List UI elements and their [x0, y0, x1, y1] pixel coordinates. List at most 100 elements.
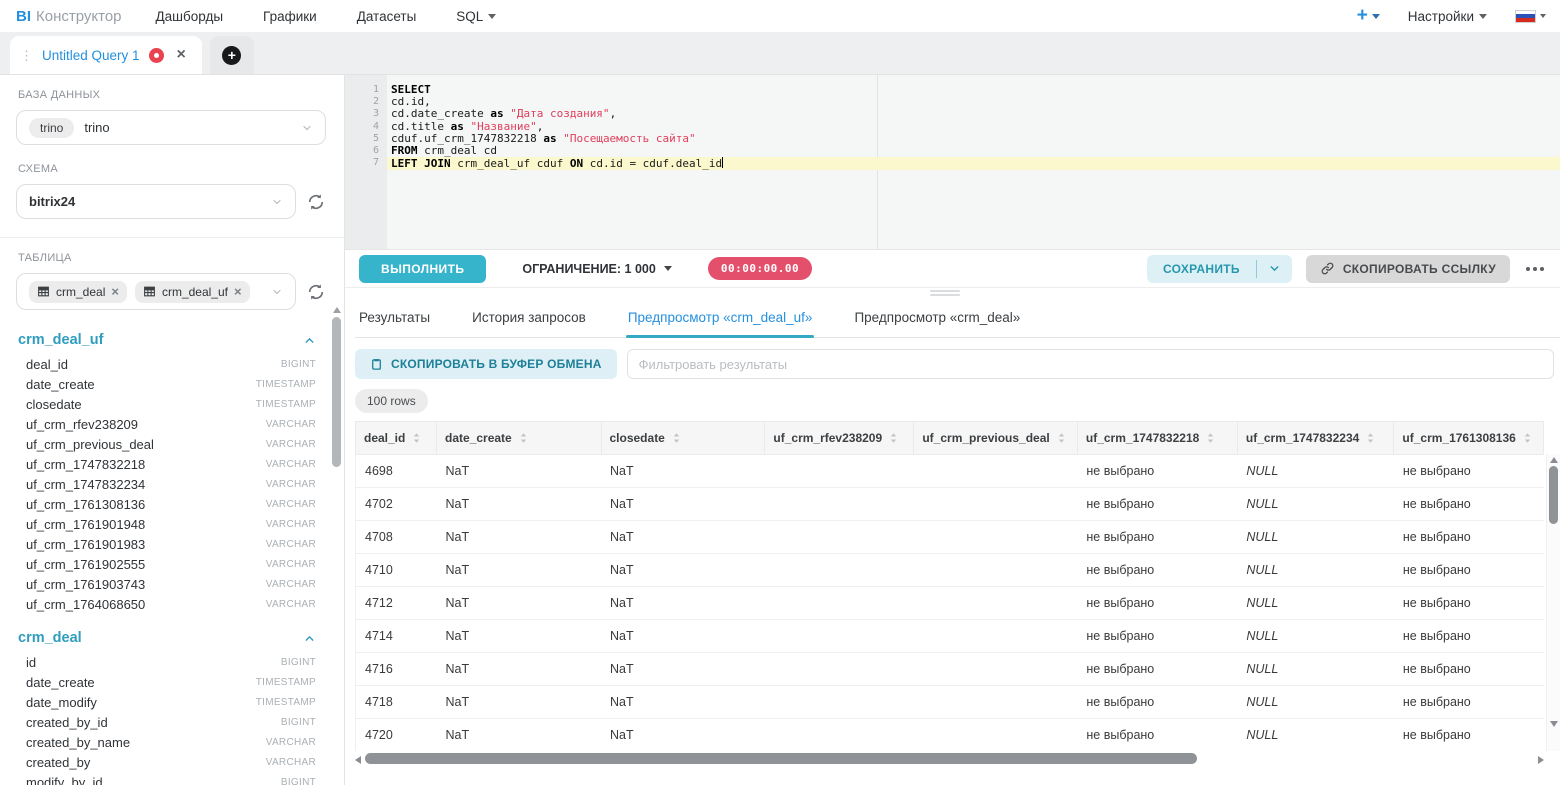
- column-row[interactable]: closedateTIMESTAMP: [16, 394, 326, 414]
- save-button[interactable]: СОХРАНИТЬ: [1147, 255, 1256, 283]
- tab-preview-crm-deal[interactable]: Предпросмотр «crm_deal»: [852, 297, 1022, 337]
- table-section-header[interactable]: crm_deal: [16, 626, 326, 652]
- code-token: as: [451, 120, 471, 133]
- column-row[interactable]: date_createTIMESTAMP: [16, 374, 326, 394]
- column-header-uf_crm_rfev238209[interactable]: uf_crm_rfev238209: [765, 422, 914, 455]
- table-cell: не выбрано: [1394, 521, 1544, 554]
- table-cell: не выбрано: [1394, 620, 1544, 653]
- column-row[interactable]: created_by_nameVARCHAR: [16, 732, 326, 752]
- language-switcher[interactable]: [1515, 10, 1546, 23]
- tab-preview-crm-deal-uf[interactable]: Предпросмотр «crm_deal_uf»: [626, 297, 815, 337]
- scrollbar-thumb[interactable]: [332, 317, 341, 467]
- column-row[interactable]: uf_crm_1747832234VARCHAR: [16, 474, 326, 494]
- code-token: "Название": [470, 120, 536, 133]
- remove-table-icon[interactable]: ×: [111, 285, 119, 298]
- nav-item-datasets[interactable]: Датасеты: [357, 9, 417, 24]
- column-header-uf_crm_1747832234[interactable]: uf_crm_1747832234: [1237, 422, 1394, 455]
- main-area: БАЗА ДАННЫХ trino trino СХЕМА bitrix24 Т…: [0, 75, 1560, 785]
- row-count-badge: 100 rows: [355, 389, 428, 413]
- database-select[interactable]: trino trino: [16, 110, 326, 145]
- column-row[interactable]: deal_idBIGINT: [16, 354, 326, 374]
- column-row[interactable]: uf_crm_rfev238209VARCHAR: [16, 414, 326, 434]
- column-row[interactable]: uf_crm_previous_dealVARCHAR: [16, 434, 326, 454]
- column-name: uf_crm_1747832234: [26, 477, 145, 492]
- table-chip-crm-deal-uf[interactable]: crm_deal_uf ×: [135, 281, 250, 303]
- tab-query-history[interactable]: История запросов: [470, 297, 588, 337]
- column-row[interactable]: created_by_idBIGINT: [16, 712, 326, 732]
- nav-item-charts[interactable]: Графики: [263, 9, 317, 24]
- query-tab[interactable]: ⋮ Untitled Query 1 ×: [10, 36, 202, 74]
- scroll-left-icon[interactable]: [355, 756, 361, 764]
- remove-table-icon[interactable]: ×: [234, 285, 242, 298]
- run-query-button[interactable]: ВЫПОЛНИТЬ: [359, 255, 486, 283]
- new-item-button[interactable]: +: [1357, 5, 1380, 27]
- column-header-date_create[interactable]: date_create: [437, 422, 601, 455]
- column-header-uf_crm_1747832218[interactable]: uf_crm_1747832218: [1077, 422, 1237, 455]
- code-line: cd.date_create as "Дата создания",: [387, 108, 1560, 120]
- column-row[interactable]: uf_crm_1761902555VARCHAR: [16, 554, 326, 574]
- column-row[interactable]: created_byVARCHAR: [16, 752, 326, 772]
- row-limit-dropdown[interactable]: ОГРАНИЧЕНИЕ: 1 000: [522, 262, 671, 276]
- scroll-up-icon[interactable]: [333, 307, 341, 313]
- column-row[interactable]: date_createTIMESTAMP: [16, 672, 326, 692]
- sidebar-scrollbar[interactable]: [332, 307, 341, 785]
- table-cell: NaT: [601, 620, 765, 653]
- copy-to-clipboard-button[interactable]: СКОПИРОВАТЬ В БУФЕР ОБМЕНА: [355, 349, 617, 379]
- table-multiselect[interactable]: crm_deal × crm_deal_uf ×: [16, 273, 296, 310]
- plus-icon: +: [222, 46, 241, 65]
- copy-link-button[interactable]: СКОПИРОВАТЬ ССЫЛКУ: [1306, 255, 1510, 283]
- code-token: ,: [537, 120, 544, 133]
- column-type: VARCHAR: [266, 737, 316, 748]
- table-chip-crm-deal[interactable]: crm_deal ×: [29, 281, 127, 303]
- close-tab-icon[interactable]: ×: [177, 47, 186, 63]
- column-row[interactable]: uf_crm_1761903743VARCHAR: [16, 574, 326, 594]
- refresh-schemas-icon[interactable]: [306, 192, 326, 212]
- column-header-uf_crm_1761308136[interactable]: uf_crm_1761308136: [1394, 422, 1544, 455]
- column-row[interactable]: uf_crm_1761308136VARCHAR: [16, 494, 326, 514]
- table-cell: NaT: [437, 686, 601, 719]
- table-icon: [37, 285, 50, 298]
- horizontal-scrollbar[interactable]: [355, 753, 1544, 769]
- column-header-uf_crm_previous_deal[interactable]: uf_crm_previous_deal: [914, 422, 1078, 455]
- scroll-up-icon[interactable]: [1550, 457, 1558, 463]
- column-row[interactable]: idBIGINT: [16, 652, 326, 672]
- scrollbar-thumb[interactable]: [1549, 466, 1558, 524]
- filter-results-input[interactable]: [627, 349, 1554, 379]
- schema-select[interactable]: bitrix24: [16, 184, 296, 219]
- text-cursor: [722, 157, 723, 168]
- sql-code-area[interactable]: SELECTcd.id,cd.date_create as "Дата созд…: [387, 75, 1560, 249]
- column-row[interactable]: uf_crm_1761901948VARCHAR: [16, 514, 326, 534]
- settings-menu[interactable]: Настройки: [1408, 9, 1487, 24]
- table-cell: NULL: [1237, 455, 1394, 488]
- scroll-down-icon[interactable]: [1550, 721, 1558, 727]
- column-header-closedate[interactable]: closedate: [601, 422, 765, 455]
- app-logo[interactable]: BI Конструктор: [16, 8, 122, 25]
- column-type: VARCHAR: [266, 599, 316, 610]
- nav-item-dashboards[interactable]: Дашборды: [156, 9, 224, 24]
- column-row[interactable]: uf_crm_1747832218VARCHAR: [16, 454, 326, 474]
- refresh-tables-icon[interactable]: [306, 282, 326, 302]
- line-number: 7: [345, 157, 379, 169]
- logo-bi: BI: [16, 8, 31, 25]
- add-query-tab-button[interactable]: +: [210, 36, 254, 74]
- tab-results[interactable]: Результаты: [357, 297, 432, 337]
- more-options-button[interactable]: [1524, 263, 1546, 275]
- column-row[interactable]: date_modifyTIMESTAMP: [16, 692, 326, 712]
- save-options-button[interactable]: [1257, 255, 1292, 283]
- column-row[interactable]: modify_by_idBIGINT: [16, 772, 326, 785]
- table-section-header[interactable]: crm_deal_uf: [16, 328, 326, 354]
- scroll-right-icon[interactable]: [1538, 756, 1544, 764]
- column-row[interactable]: uf_crm_1764068650VARCHAR: [16, 594, 326, 614]
- drag-grip-icon[interactable]: ⋮: [20, 49, 33, 62]
- column-row[interactable]: uf_crm_1761901983VARCHAR: [16, 534, 326, 554]
- column-header-deal_id[interactable]: deal_id: [356, 422, 437, 455]
- table-cell: не выбрано: [1077, 686, 1237, 719]
- nav-item-sql[interactable]: SQL: [456, 9, 496, 24]
- scrollbar-thumb[interactable]: [365, 753, 1197, 764]
- vertical-scrollbar[interactable]: [1546, 454, 1560, 751]
- sort-icon: [889, 432, 898, 444]
- line-number: 3: [345, 108, 379, 120]
- sql-editor[interactable]: 1234567 SELECTcd.id,cd.date_create as "Д…: [345, 75, 1560, 250]
- table-cell: NaT: [601, 686, 765, 719]
- column-type: TIMESTAMP: [256, 399, 316, 410]
